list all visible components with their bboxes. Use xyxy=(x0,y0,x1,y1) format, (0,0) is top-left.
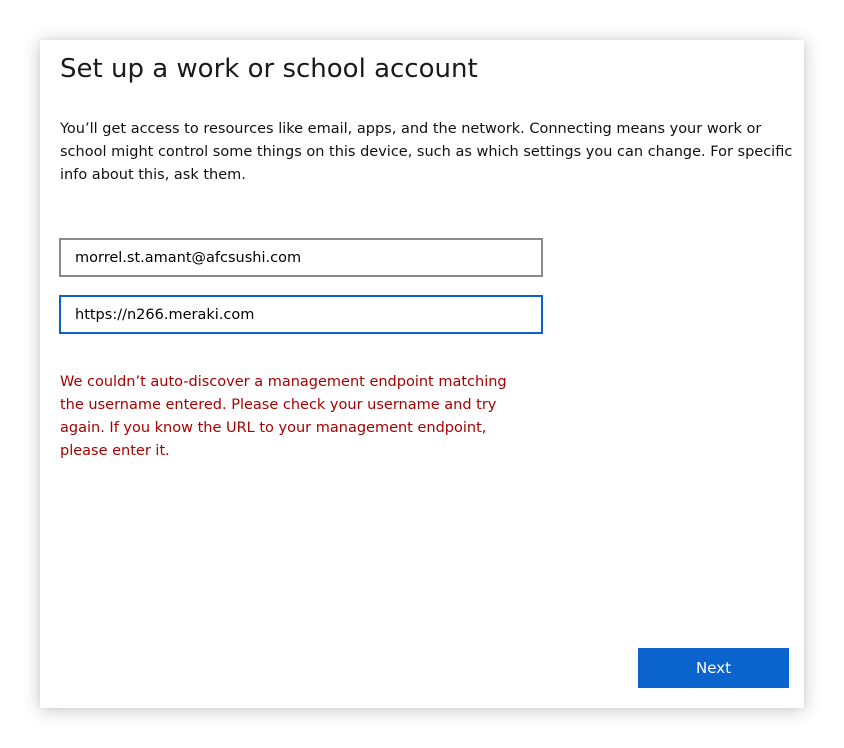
server-address-field[interactable] xyxy=(59,295,543,334)
next-button[interactable]: Next xyxy=(638,648,789,688)
error-message: We couldn’t auto-discover a management e… xyxy=(60,374,507,459)
setup-account-dialog: Set up a work or school account You’ll g… xyxy=(40,40,804,708)
dialog-title: Set up a work or school account xyxy=(60,54,478,84)
email-field[interactable] xyxy=(59,238,543,277)
dialog-description: You’ll get access to resources like emai… xyxy=(60,121,793,183)
